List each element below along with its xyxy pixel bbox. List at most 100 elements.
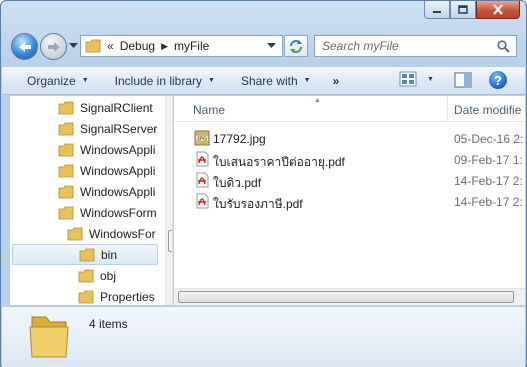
folder-icon — [58, 206, 74, 219]
close-icon — [493, 4, 503, 15]
item-count: 4 items — [89, 317, 128, 331]
tree-item-label: WindowsAppli — [80, 163, 156, 178]
scrollbar-thumb[interactable] — [168, 230, 173, 252]
file-row[interactable]: JPG 17792.jpg 05-Dec-16 2: — [174, 128, 525, 149]
recent-pages-dropdown[interactable] — [69, 43, 78, 49]
svg-text:JPG: JPG — [197, 137, 207, 143]
sort-ascending-icon: ▲ — [314, 97, 321, 104]
minimize-button[interactable] — [424, 1, 450, 19]
grip-line — [172, 241, 173, 242]
file-row[interactable]: ใบดิว.pdf 14-Feb-17 2: — [174, 170, 525, 191]
folder-icon — [85, 39, 101, 53]
address-history-dropdown[interactable] — [267, 43, 276, 49]
tree-item-windowsform[interactable]: WindowsForm — [58, 202, 157, 223]
navigation-row: « Debug ▶ myFile — [1, 33, 527, 63]
jpg-file-icon: JPG — [194, 130, 210, 146]
folder-icon — [29, 316, 69, 358]
folder-icon — [58, 122, 74, 135]
tree-item-windowsappli-3[interactable]: WindowsAppli — [58, 181, 155, 202]
tree-item-label: SignalRServer — [80, 121, 158, 136]
grip-line — [172, 238, 173, 239]
tree-item-windowsappli-2[interactable]: WindowsAppli — [58, 160, 155, 181]
organize-label: Organize — [27, 73, 76, 88]
file-row[interactable]: ใบรับรองภาษี.pdf 14-Feb-17 2: — [174, 191, 525, 212]
chevron-down-icon: ▼ — [427, 75, 434, 83]
command-bar: Organize ▼ Include in library ▼ Share wi… — [2, 66, 525, 95]
file-row[interactable]: ใบเสนอราคาปีต่ออายุ.pdf 09-Feb-17 1: — [174, 149, 525, 170]
refresh-icon — [290, 40, 302, 53]
tree-item-label: bin — [101, 247, 118, 262]
column-header-date-modified[interactable]: Date modifie — [454, 103, 521, 117]
help-button[interactable]: ? — [489, 71, 507, 89]
tree-item-label: WindowsFor — [89, 226, 156, 241]
chevron-down-icon: ▼ — [81, 77, 89, 84]
preview-pane-icon[interactable] — [454, 72, 472, 88]
folder-icon — [67, 227, 83, 240]
folder-icon — [78, 269, 94, 282]
close-button[interactable] — [476, 1, 520, 19]
tree-item-bin[interactable]: bin — [12, 244, 158, 265]
change-view-button[interactable]: ▼ — [399, 71, 434, 87]
pdf-file-icon — [196, 151, 209, 167]
share-with-button[interactable]: Share with ▼ — [235, 70, 317, 92]
chevron-down-icon: ▼ — [303, 77, 311, 84]
view-details-icon — [399, 71, 417, 87]
maximize-button[interactable] — [450, 1, 476, 19]
share-with-label: Share with — [240, 73, 298, 88]
column-divider[interactable] — [447, 96, 448, 122]
scrollbar-thumb[interactable] — [178, 291, 514, 303]
tree-item-label: WindowsAppli — [80, 142, 156, 157]
file-date: 05-Dec-16 2: — [454, 132, 524, 146]
minimize-icon — [433, 10, 441, 13]
search-box[interactable] — [314, 35, 517, 57]
include-in-library-label: Include in library — [114, 73, 203, 88]
search-icon[interactable] — [497, 40, 510, 53]
breadcrumb-myfile[interactable]: myFile — [174, 39, 209, 53]
folder-icon — [58, 101, 74, 114]
tree-item-signalrserver[interactable]: SignalRServer — [58, 118, 157, 139]
tree-item-label: WindowsForm — [80, 205, 157, 220]
chevron-down-icon: ▼ — [208, 77, 215, 84]
tree-item-signalrclient[interactable]: SignalRClient — [58, 97, 153, 118]
tree-item-label: WindowsAppli — [80, 184, 156, 199]
file-date: 14-Feb-17 2: — [454, 195, 523, 209]
column-header-row: ▲ Name Date modifie — [174, 96, 525, 122]
file-list: ▲ Name Date modifie JPG 17792.jpg 05-Dec… — [174, 96, 525, 305]
column-header-name[interactable]: Name — [193, 103, 225, 117]
address-overflow[interactable]: « — [107, 39, 114, 53]
tree-item-windowsappli-1[interactable]: WindowsAppli — [58, 139, 155, 160]
file-name: ใบรับรองภาษี.pdf — [213, 197, 303, 211]
file-list-scrollbar[interactable] — [174, 288, 525, 305]
folder-icon — [58, 185, 74, 198]
breadcrumb-debug[interactable]: Debug — [120, 39, 155, 53]
folder-icon — [58, 164, 74, 177]
file-name: 17792.jpg — [213, 132, 266, 146]
refresh-button[interactable] — [284, 35, 308, 57]
folder-icon — [79, 248, 95, 261]
maximize-icon — [458, 4, 468, 14]
back-button[interactable] — [11, 33, 38, 60]
more-commands-button[interactable]: » — [327, 70, 346, 92]
navigation-scrollbar[interactable] — [165, 96, 173, 305]
include-in-library-button[interactable]: Include in library ▼ — [109, 70, 221, 92]
folder-icon — [58, 143, 74, 156]
tree-item-windowsfor[interactable]: WindowsFor — [67, 223, 156, 244]
folder-icon — [78, 290, 94, 303]
explorer-window: « Debug ▶ myFile Organize ▼ — [0, 0, 527, 367]
arrow-left-icon — [18, 41, 31, 52]
tree-item-label: obj — [100, 268, 117, 283]
search-input[interactable] — [322, 39, 492, 53]
tree-item-obj[interactable]: obj — [78, 265, 116, 286]
navigation-pane: SignalRClient SignalRServer WindowsAppli… — [10, 96, 173, 305]
organize-button[interactable]: Organize ▼ — [21, 70, 95, 92]
pdf-file-icon — [196, 193, 209, 209]
breadcrumb-separator-icon[interactable]: ▶ — [161, 41, 168, 52]
grip-line — [172, 244, 173, 245]
file-date: 14-Feb-17 2: — [454, 174, 523, 188]
address-bar[interactable]: « Debug ▶ myFile — [80, 35, 283, 57]
tree-item-label: SignalRClient — [80, 100, 153, 115]
caption-buttons — [424, 1, 520, 19]
details-pane: 4 items — [2, 306, 525, 367]
tree-item-properties[interactable]: Properties — [78, 286, 155, 305]
forward-button[interactable] — [40, 33, 67, 60]
